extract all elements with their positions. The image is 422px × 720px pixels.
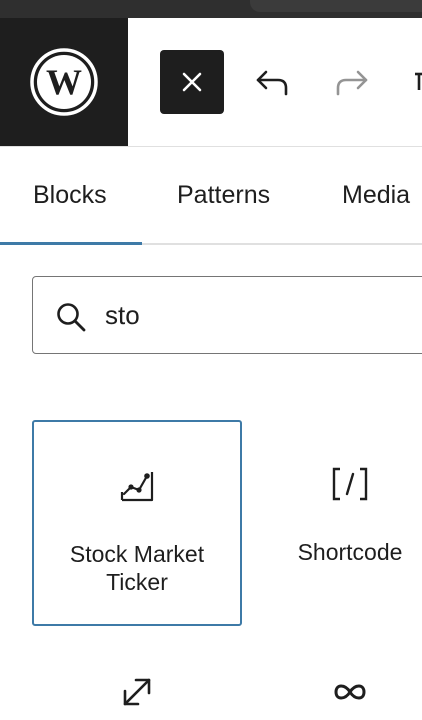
expand-arrows-icon bbox=[123, 678, 151, 706]
block-item-label: Stock Market Ticker bbox=[69, 541, 205, 595]
tools-icon bbox=[415, 72, 422, 90]
close-icon bbox=[182, 72, 202, 92]
chart-line-icon bbox=[120, 472, 154, 502]
loop-icon bbox=[334, 684, 366, 700]
shortcode-icon bbox=[332, 467, 368, 501]
block-item-shortcode[interactable]: Shortcode bbox=[245, 420, 422, 626]
redo-button[interactable] bbox=[320, 50, 384, 114]
undo-icon bbox=[256, 70, 288, 96]
inserter-tabs: Blocks Patterns Media bbox=[0, 147, 422, 245]
block-item-stock-market-ticker[interactable]: Stock Market Ticker bbox=[32, 420, 242, 626]
tab-patterns[interactable]: Patterns bbox=[177, 147, 270, 243]
tools-button[interactable] bbox=[400, 50, 422, 114]
close-inserter-button[interactable] bbox=[160, 50, 224, 114]
wordpress-logo-button[interactable]: W bbox=[0, 18, 128, 146]
search-icon bbox=[57, 303, 86, 332]
tab-media[interactable]: Media bbox=[342, 147, 410, 243]
svg-text:W: W bbox=[46, 62, 82, 102]
browser-top-strip bbox=[0, 0, 422, 18]
browser-tab-shape bbox=[250, 0, 422, 12]
wordpress-icon: W bbox=[30, 48, 98, 116]
search-input[interactable] bbox=[105, 289, 422, 341]
block-item-loop[interactable] bbox=[330, 672, 370, 712]
tab-blocks[interactable]: Blocks bbox=[0, 147, 142, 245]
block-item-expand[interactable] bbox=[117, 672, 157, 712]
block-item-label: Shortcode bbox=[297, 539, 403, 565]
block-search-field[interactable] bbox=[32, 276, 422, 354]
undo-button[interactable] bbox=[240, 50, 304, 114]
editor-header: W bbox=[0, 18, 422, 147]
redo-icon bbox=[336, 70, 368, 96]
block-inserter-page: W Blocks Patterns Media sto Stock Market… bbox=[0, 0, 422, 720]
